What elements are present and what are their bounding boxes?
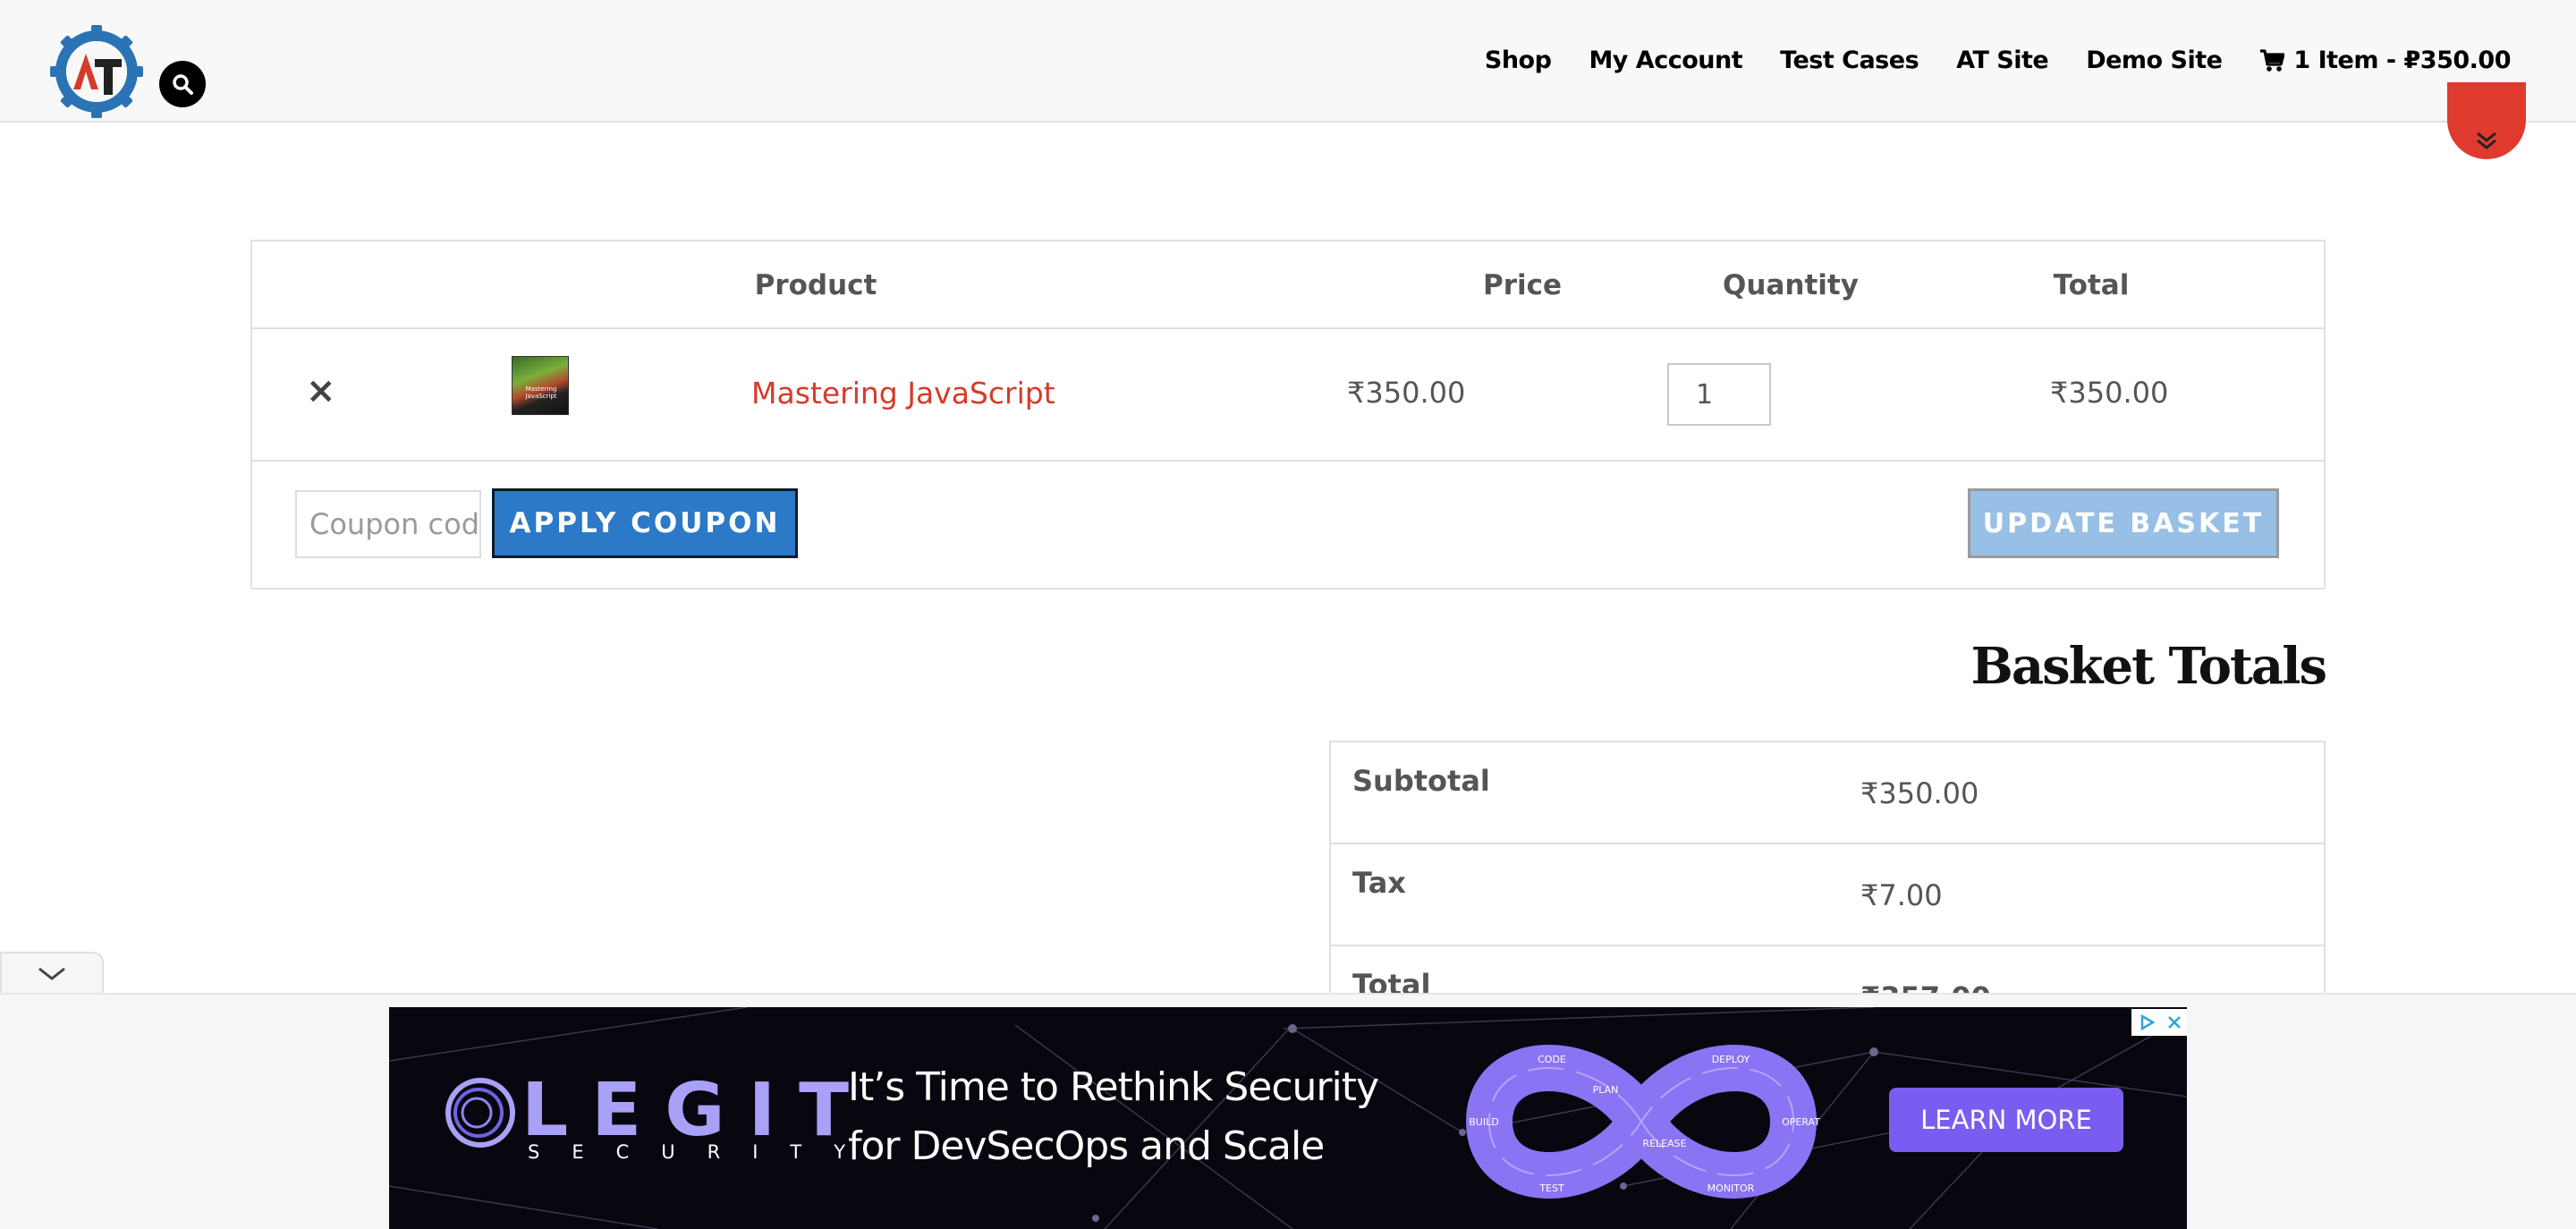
- ad-choices-icon: [2140, 1013, 2156, 1031]
- scroll-down-button[interactable]: [2447, 82, 2526, 159]
- ad-brand-name: LEGIT: [521, 1068, 873, 1153]
- product-total: ₹350.00: [2050, 376, 2169, 410]
- loop-label-monitor: MONITOR: [1707, 1182, 1755, 1194]
- coupon-code-input[interactable]: [295, 490, 481, 558]
- tax-label: Tax: [1352, 866, 1406, 900]
- gear-logo-icon: [50, 25, 143, 118]
- cart-table: Product Price Quantity Total × Mastering…: [250, 240, 2326, 589]
- collapse-ad-tab[interactable]: [0, 952, 104, 995]
- search-button[interactable]: [159, 61, 206, 107]
- learn-more-button[interactable]: LEARN MORE: [1889, 1088, 2123, 1152]
- cart-table-header: Product Price Quantity Total: [252, 242, 2324, 329]
- main-nav: Shop My Account Test Cases AT Site Demo …: [1485, 47, 2512, 74]
- ad-headline-1: It’s Time to Rethink Security: [848, 1064, 1379, 1110]
- ad-headline-2: for DevSecOps and Scale: [848, 1123, 1325, 1169]
- loop-label-release: RELEASE: [1642, 1138, 1686, 1149]
- ad-choices-button[interactable]: [2131, 1009, 2162, 1036]
- devsecops-infinity-icon: CODE BUILD TEST PLAN RELEASE DEPLOY OPER…: [1465, 1045, 1820, 1199]
- chevron-down-icon: [38, 967, 65, 980]
- site-header: Shop My Account Test Cases AT Site Demo …: [0, 0, 2576, 123]
- cart-summary: 1 Item - ₽350.00: [2293, 47, 2511, 74]
- table-row: Subtotal ₹350.00: [1331, 742, 2324, 844]
- ad-banner[interactable]: LEGIT SECURITY It’s Time to Rethink Secu…: [389, 1007, 2187, 1229]
- nav-at-site[interactable]: AT Site: [1956, 47, 2049, 74]
- loop-label-operate: OPERATE: [1782, 1116, 1820, 1128]
- loop-label-code: CODE: [1538, 1054, 1566, 1065]
- basket-totals-title: Basket Totals: [1970, 637, 2327, 696]
- loop-label-deploy: DEPLOY: [1712, 1054, 1750, 1065]
- nav-demo-site[interactable]: Demo Site: [2086, 47, 2223, 74]
- subtotal-value: ₹350.00: [1860, 776, 1979, 810]
- product-thumbnail[interactable]: Mastering JavaScript: [512, 356, 569, 415]
- table-row: Tax ₹7.00: [1331, 844, 2324, 946]
- shopping-cart-icon: [2260, 48, 2285, 72]
- thumbnail-title: Mastering JavaScript: [525, 386, 557, 400]
- tax-value: ₹7.00: [1860, 878, 1943, 912]
- column-price: Price: [1482, 269, 1563, 301]
- ad-close-button[interactable]: [2162, 1009, 2187, 1036]
- search-icon: [173, 74, 193, 95]
- product-name-link[interactable]: Mastering JavaScript: [751, 376, 1055, 411]
- nav-my-account[interactable]: My Account: [1589, 47, 1742, 74]
- update-basket-button[interactable]: UPDATE BASKET: [1968, 488, 2279, 558]
- totals-table: Subtotal ₹350.00 Tax ₹7.00 Total ₹357.00: [1329, 741, 2326, 1014]
- table-row: × Mastering JavaScript Mastering JavaScr…: [252, 329, 2324, 462]
- loop-label-plan: PLAN: [1593, 1084, 1619, 1096]
- legit-logo-rings-icon: [445, 1078, 515, 1148]
- ad-brand-sub: SECURITY: [528, 1141, 878, 1163]
- column-product: Product: [754, 269, 877, 301]
- quantity-input[interactable]: [1667, 363, 1771, 426]
- double-chevron-down-icon: [2477, 131, 2496, 149]
- nav-cart[interactable]: 1 Item - ₽350.00: [2259, 47, 2511, 74]
- loop-label-build: BUILD: [1469, 1116, 1498, 1128]
- nav-shop[interactable]: Shop: [1485, 47, 1552, 74]
- subtotal-label: Subtotal: [1352, 764, 1490, 798]
- close-icon: [2168, 1016, 2181, 1029]
- column-total: Total: [2053, 269, 2130, 301]
- loop-label-test: TEST: [1538, 1182, 1564, 1194]
- site-logo[interactable]: [50, 25, 143, 118]
- column-quantity: Quantity: [1723, 269, 1859, 301]
- cart-actions: APPLY COUPON UPDATE BASKET: [252, 462, 2324, 589]
- nav-test-cases[interactable]: Test Cases: [1780, 47, 1919, 74]
- product-price: ₹350.00: [1347, 376, 1466, 410]
- remove-item-button[interactable]: ×: [306, 370, 336, 411]
- apply-coupon-button[interactable]: APPLY COUPON: [492, 488, 798, 558]
